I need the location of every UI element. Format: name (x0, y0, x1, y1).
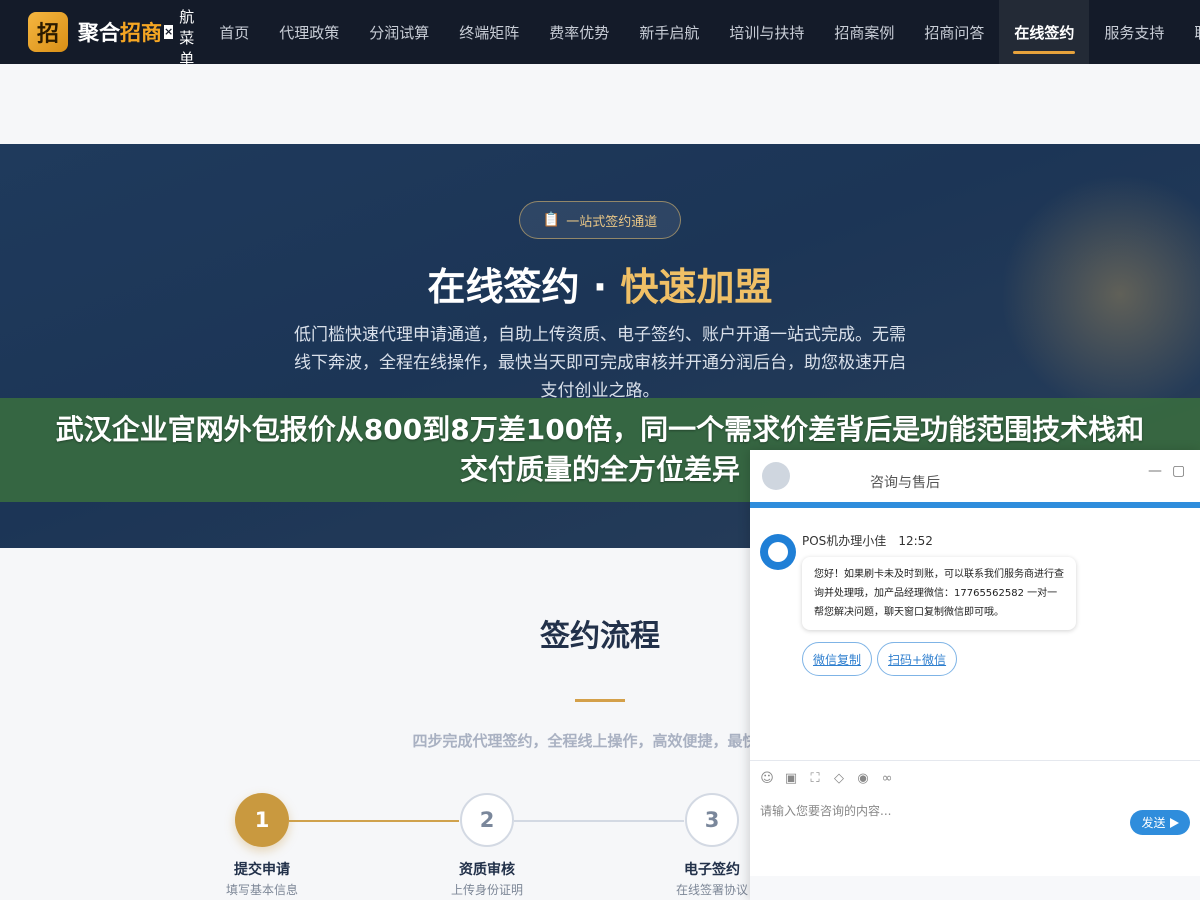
step-number: 1 (235, 793, 289, 847)
nav-item-getting-started[interactable]: 新手启航 (624, 0, 714, 64)
nav-item-terminals[interactable]: 终端矩阵 (444, 0, 534, 64)
screenshot-icon[interactable]: ⛶ (808, 771, 822, 786)
close-icon[interactable]: × (164, 25, 174, 39)
nav-item-online-signing[interactable]: 在线签约 (999, 0, 1090, 64)
nav-item-support[interactable]: 服务支持 (1089, 0, 1179, 64)
spacer-band (0, 64, 1200, 144)
brand[interactable]: 招 聚合招商 (28, 12, 162, 52)
menu-label-char: 单 (179, 49, 195, 65)
nav-item-cases[interactable]: 招商案例 (819, 0, 909, 64)
hero-description: 低门槛快速代理申请通道，自助上传资质、电子签约、账户开通一站式完成。无需线下奔波… (294, 325, 906, 401)
step-connector-done (289, 820, 459, 822)
nav-item-training[interactable]: 培训与扶持 (714, 0, 819, 64)
copy-wechat-button[interactable]: 微信复制 (802, 642, 873, 676)
maximize-icon[interactable]: ▢ (1172, 463, 1185, 479)
nav-items: 首页 代理政策 分润试算 终端矩阵 费率优势 新手启航 培训与扶持 招商案例 招… (204, 0, 1200, 64)
send-label: 发送 (1141, 816, 1166, 830)
step-number: 3 (685, 793, 739, 847)
brand-main: 聚合 (78, 21, 120, 45)
hero-badge: 📋 一站式签约通道 (519, 201, 681, 239)
chat-messages: POS机办理小佳 12:52 您好！如果刷卡未及时到账，可以联系我们服务商进行查询… (750, 508, 1200, 760)
logo: 招 (28, 12, 68, 52)
scan-wechat-button[interactable]: 扫码+微信 (877, 642, 958, 676)
chat-footer (750, 876, 1200, 900)
menu-label-char: 航 (179, 7, 195, 26)
message-bubble: 您好！如果刷卡未及时到账，可以联系我们服务商进行查询并处理哦，加产品经理微信：1… (802, 557, 1076, 630)
nav-item-contact[interactable]: 联系 (1179, 0, 1200, 64)
eye-icon[interactable]: ◉ (856, 771, 870, 786)
hero-title: 在线签约 · 快速加盟 (0, 256, 1200, 311)
brand-name: 聚合招商 (78, 17, 162, 47)
agent-name: POS机办理小佳 (802, 534, 887, 548)
chat-title: 咨询与售后 (870, 475, 940, 491)
nav-menu-toggle[interactable]: 航 菜 单 (179, 7, 194, 65)
step-number: 2 (460, 793, 514, 847)
step-desc: 填写基本信息 (225, 883, 298, 897)
hero-badge-label: 一站式签约通道 (566, 214, 658, 230)
chat-header-avatar (762, 462, 790, 490)
minimize-icon[interactable]: — (1148, 463, 1162, 479)
send-button[interactable]: 发送 (1130, 810, 1190, 835)
image-icon[interactable]: ▣ (784, 771, 798, 786)
hero-title-main: 在线签约 · (427, 265, 621, 309)
message-time: 12:52 (898, 534, 933, 548)
chat-toolbar: ☺ ▣ ⛶ ◇ ◉ ∞ (750, 760, 1200, 796)
agent-face-icon (768, 542, 788, 562)
step-desc: 上传身份证明 (450, 883, 523, 897)
title-underline (575, 699, 625, 702)
menu-label-char: 菜 (179, 28, 195, 47)
brand-accent: 招商 (120, 21, 162, 45)
nav-item-profit-calc[interactable]: 分润试算 (354, 0, 444, 64)
step-connector (514, 820, 684, 822)
message-meta: POS机办理小佳 12:52 (802, 532, 933, 549)
clipboard-icon: 📋 (542, 212, 561, 228)
step-name: 提交申请 (234, 862, 290, 878)
wechat-icon[interactable]: ∞ (880, 771, 894, 786)
nav-item-agent-policy[interactable]: 代理政策 (264, 0, 354, 64)
nav-item-rates[interactable]: 费率优势 (534, 0, 624, 64)
nav-item-home[interactable]: 首页 (204, 0, 264, 64)
step-name: 资质审核 (459, 862, 515, 878)
chat-widget: 咨询与售后 — ▢ POS机办理小佳 12:52 您好！如果刷卡未及时到账，可以联… (750, 450, 1200, 900)
hero-title-accent: 快速加盟 (620, 265, 773, 309)
send-arrow-icon (1169, 817, 1179, 828)
emoji-icon[interactable]: ☺ (760, 771, 774, 786)
top-nav: 招 聚合招商 × 航 菜 单 首页 代理政策 分润试算 终端矩阵 费率优势 新手… (0, 0, 1200, 64)
nav-item-faq[interactable]: 招商问答 (909, 0, 999, 64)
chat-input[interactable]: 请输入您要咨询的内容... (760, 802, 1120, 819)
shield-icon[interactable]: ◇ (832, 771, 846, 786)
chat-header: 咨询与售后 — ▢ (750, 450, 1200, 502)
agent-avatar (760, 534, 796, 570)
